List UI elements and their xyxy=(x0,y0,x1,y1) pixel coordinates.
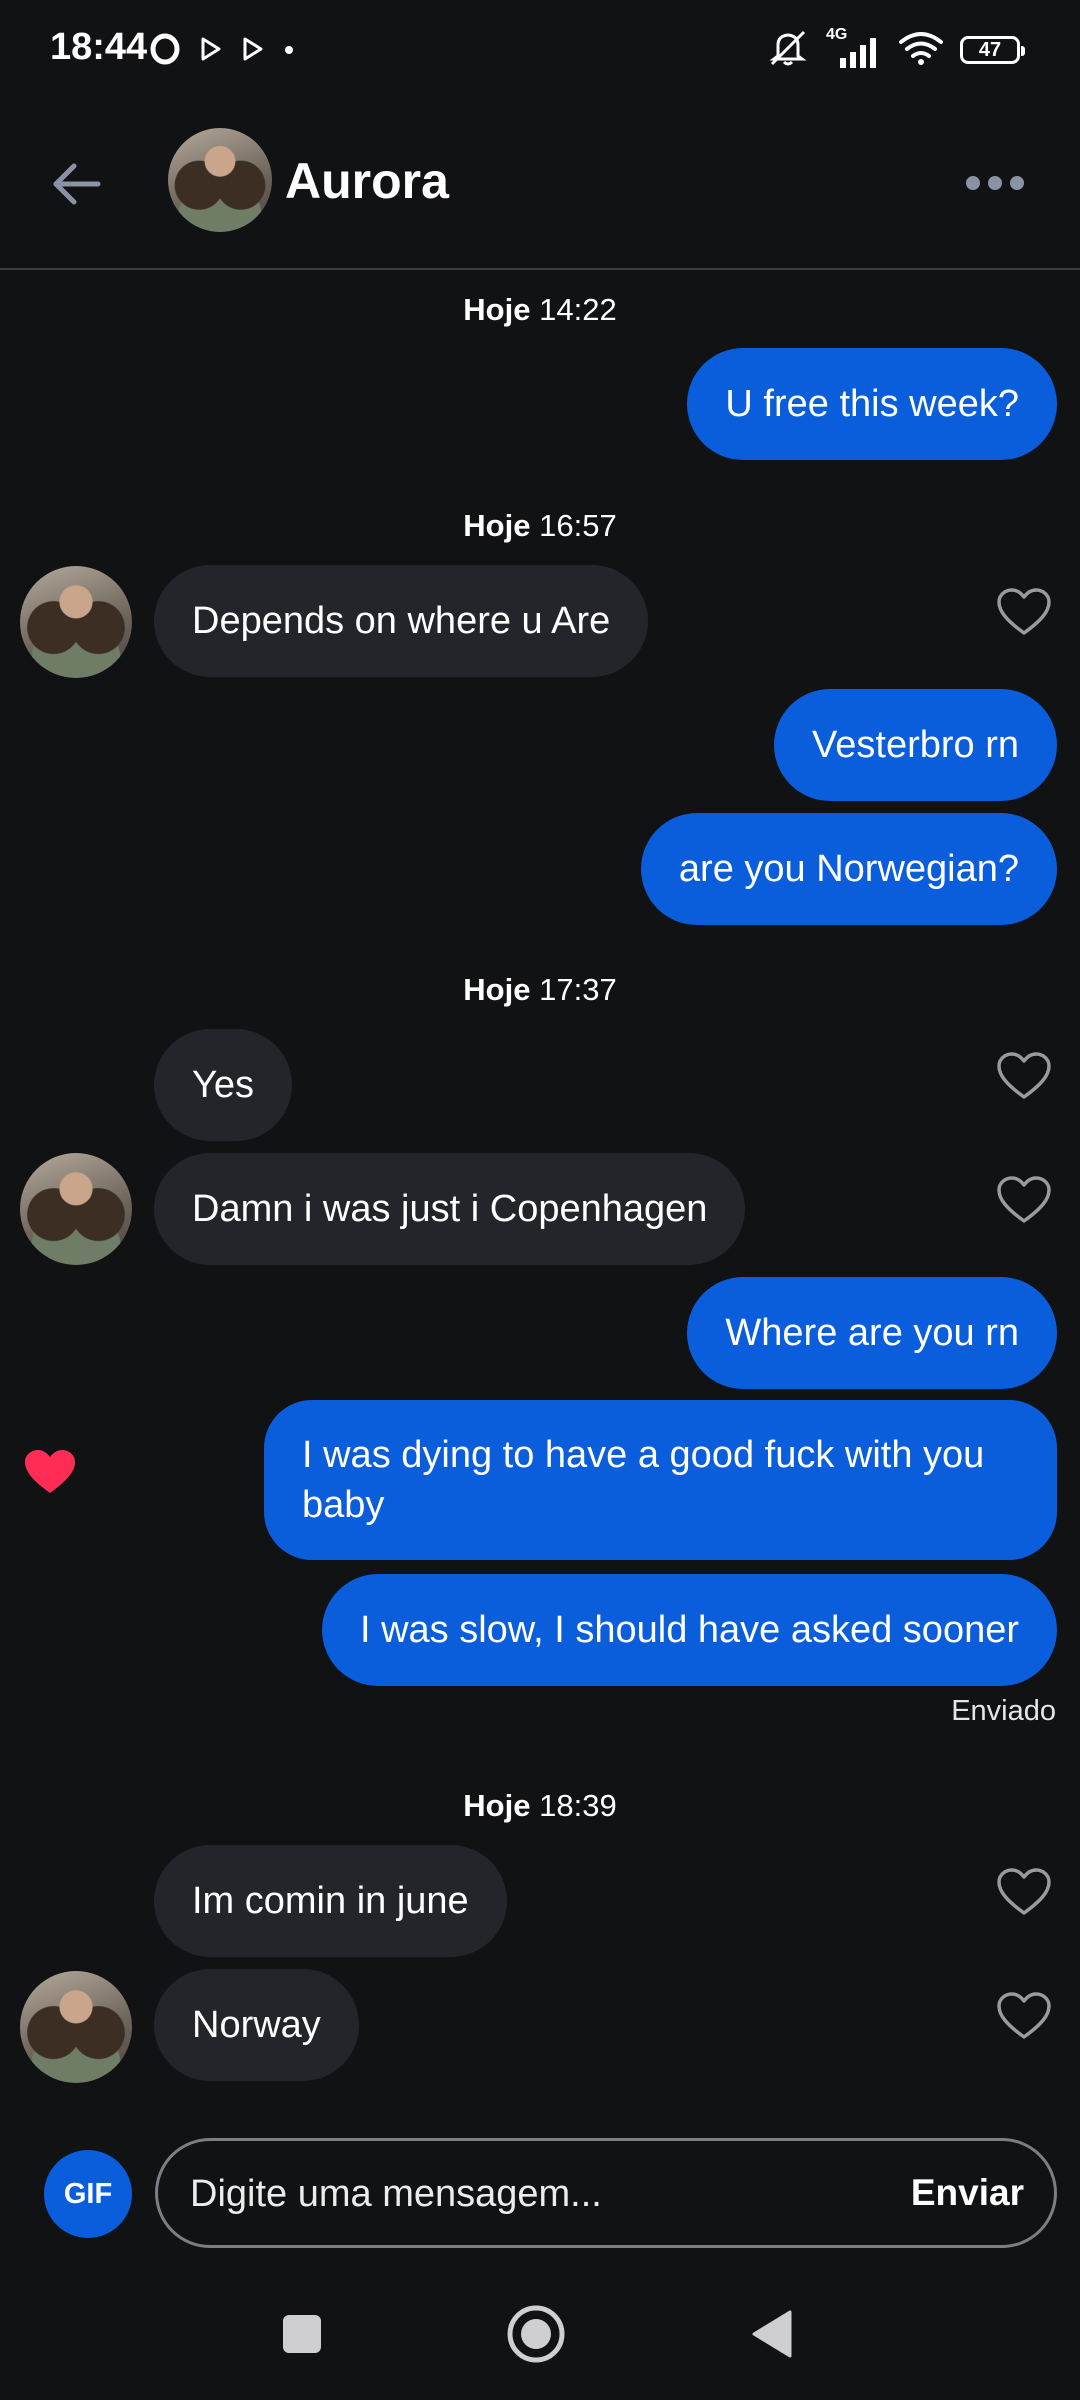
sender-avatar[interactable] xyxy=(20,1153,132,1265)
cell-signal-icon: 4G xyxy=(826,26,882,70)
contact-avatar[interactable] xyxy=(168,128,272,232)
timestamp-separator: Hoje 18:39 xyxy=(0,1788,1080,1824)
received-message-bubble[interactable]: Norway xyxy=(154,1969,359,2081)
wifi-icon xyxy=(898,30,944,71)
back-button[interactable] xyxy=(40,150,112,222)
timestamp-time: 14:22 xyxy=(539,292,617,327)
status-system-icons: 4G 47 xyxy=(766,26,1025,73)
received-message-bubble[interactable]: Im comin in june xyxy=(154,1845,507,1957)
liked-indicator[interactable] xyxy=(18,1442,82,1506)
like-button[interactable] xyxy=(992,1862,1056,1926)
heart-outline-icon xyxy=(996,1991,1052,2046)
timestamp-day: Hoje xyxy=(463,292,531,327)
system-navigation-bar xyxy=(0,2270,1080,2400)
like-button[interactable] xyxy=(992,582,1056,646)
timestamp-day: Hoje xyxy=(463,508,531,543)
sent-message-bubble[interactable]: I was dying to have a good fuck with you… xyxy=(264,1400,1057,1560)
message-text: Norway xyxy=(192,2003,321,2046)
opera-icon xyxy=(150,33,180,70)
status-notification-icons xyxy=(150,33,294,70)
timestamp-separator: Hoje 14:22 xyxy=(0,292,1080,328)
timestamp-separator: Hoje 17:37 xyxy=(0,972,1080,1008)
like-button[interactable] xyxy=(992,1046,1056,1110)
sent-message-bubble[interactable]: Where are you rn xyxy=(687,1277,1057,1389)
sent-message-bubble[interactable]: I was slow, I should have asked sooner xyxy=(321,1574,1057,1686)
heart-outline-icon xyxy=(996,1051,1052,1106)
message-text: are you Norwegian? xyxy=(678,847,1019,890)
sent-message-bubble[interactable]: U free this week? xyxy=(687,348,1057,460)
triangle-back-icon xyxy=(750,2309,794,2364)
message-composer: Enviar xyxy=(155,2138,1057,2248)
timestamp-separator: Hoje 16:57 xyxy=(0,508,1080,544)
heart-outline-icon xyxy=(996,587,1052,642)
recents-button[interactable] xyxy=(264,2298,340,2374)
heart-outline-icon xyxy=(996,1175,1052,1230)
timestamp-time: 18:39 xyxy=(539,1788,617,1823)
timestamp-day: Hoje xyxy=(463,1788,531,1823)
sent-message-bubble[interactable]: Vesterbro rn xyxy=(774,689,1057,801)
like-button[interactable] xyxy=(992,1170,1056,1234)
heart-outline-icon xyxy=(996,1867,1052,1922)
message-text: Im comin in june xyxy=(192,1879,469,1922)
battery-icon: 47 xyxy=(960,36,1025,64)
more-notifications-dot-icon xyxy=(284,42,294,60)
message-text: U free this week? xyxy=(725,382,1019,425)
home-circle-icon xyxy=(506,2304,566,2369)
home-button[interactable] xyxy=(498,2298,574,2374)
message-text: I was dying to have a good fuck with you… xyxy=(302,1434,985,1526)
received-message-bubble[interactable]: Yes xyxy=(154,1029,292,1141)
delivery-status: Enviado xyxy=(951,1695,1056,1727)
system-back-button[interactable] xyxy=(734,2298,810,2374)
received-message-bubble[interactable]: Depends on where u Are xyxy=(154,565,649,677)
sent-message-bubble[interactable]: are you Norwegian? xyxy=(640,813,1057,925)
timestamp-day: Hoje xyxy=(463,972,531,1007)
play-store-icon xyxy=(200,37,222,66)
message-input[interactable] xyxy=(188,2141,842,2247)
timestamp-time: 16:57 xyxy=(539,508,617,543)
like-button[interactable] xyxy=(992,1986,1056,2050)
message-text: I was slow, I should have asked sooner xyxy=(359,1608,1019,1651)
timestamp-time: 17:37 xyxy=(539,972,617,1007)
heart-filled-icon xyxy=(22,1447,78,1502)
message-text: Vesterbro rn xyxy=(812,723,1019,766)
received-message-bubble[interactable]: Damn i was just i Copenhagen xyxy=(154,1153,746,1265)
back-arrow-icon xyxy=(50,162,102,211)
battery-level: 47 xyxy=(978,38,1002,61)
sender-avatar[interactable] xyxy=(20,1971,132,2083)
gif-label: GIF xyxy=(63,2177,113,2210)
more-options-button[interactable] xyxy=(950,150,1040,220)
status-time: 18:44 xyxy=(50,26,148,68)
contact-name[interactable]: Aurora xyxy=(285,152,449,210)
chat-header: Aurora xyxy=(0,100,1080,270)
square-icon xyxy=(282,2314,322,2359)
more-dots-icon xyxy=(965,175,1025,196)
message-text: Damn i was just i Copenhagen xyxy=(192,1187,708,1230)
status-bar: 18:44 4G 47 xyxy=(0,0,1080,100)
play-store-icon xyxy=(242,37,264,66)
send-button[interactable]: Enviar xyxy=(911,2141,1024,2245)
message-text: Yes xyxy=(192,1063,254,1106)
sender-avatar[interactable] xyxy=(20,566,132,678)
message-text: Depends on where u Are xyxy=(192,599,611,642)
silent-mode-icon xyxy=(766,28,810,73)
gif-button[interactable]: GIF xyxy=(44,2150,132,2238)
message-text: Where are you rn xyxy=(725,1311,1019,1354)
